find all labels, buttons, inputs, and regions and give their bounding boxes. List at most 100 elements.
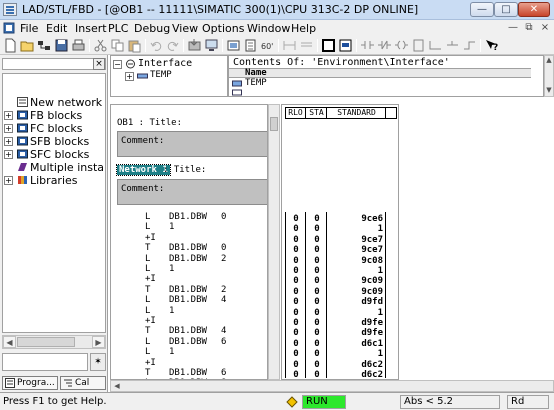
scroll-left-icon[interactable]: ◀ bbox=[111, 381, 123, 391]
stl-operand[interactable]: DB1.DBW bbox=[169, 254, 207, 264]
stl-operator[interactable]: L bbox=[145, 347, 150, 357]
tree-item-new-network[interactable]: New network bbox=[3, 96, 105, 109]
new-icon[interactable] bbox=[3, 38, 18, 53]
scroll-right-icon[interactable]: ▶ bbox=[92, 336, 105, 348]
cut-icon[interactable] bbox=[93, 38, 108, 53]
stl-operator[interactable]: T bbox=[145, 285, 150, 295]
stl-offset[interactable]: 0 bbox=[221, 212, 226, 222]
stl-operand[interactable]: 1 bbox=[169, 264, 174, 274]
scroll-up-icon[interactable]: ▲ bbox=[545, 56, 553, 66]
document-icon[interactable] bbox=[3, 22, 15, 34]
stl-program-editor[interactable]: OB1 : Title: Comment: Network 1 : Title:… bbox=[110, 104, 268, 380]
stl-operator[interactable]: T bbox=[145, 243, 150, 253]
fbd-icon[interactable] bbox=[321, 38, 336, 53]
panel-close-button[interactable]: × bbox=[93, 58, 105, 70]
redo-icon[interactable] bbox=[165, 38, 180, 53]
tree-item-fb-blocks[interactable]: + FB blocks bbox=[3, 109, 105, 122]
sta-header[interactable]: STA bbox=[307, 108, 327, 118]
network-title[interactable]: : Title: bbox=[163, 165, 206, 175]
stl-offset[interactable]: 2 bbox=[221, 285, 226, 295]
help-icon[interactable]: ? bbox=[484, 38, 499, 53]
overview-icon[interactable] bbox=[338, 38, 353, 53]
stl-operator[interactable]: +I bbox=[145, 316, 156, 326]
name-column-header[interactable]: Name bbox=[229, 68, 531, 78]
network-icon[interactable] bbox=[37, 38, 52, 53]
stl-offset[interactable]: 6 bbox=[221, 337, 226, 347]
scrollbar-thumb[interactable] bbox=[270, 117, 278, 131]
rlo-header[interactable]: RLO bbox=[286, 108, 306, 118]
element-search-field[interactable] bbox=[2, 353, 88, 371]
contact-nc-icon[interactable] bbox=[377, 38, 392, 53]
block-icon[interactable] bbox=[243, 38, 258, 53]
menu-help[interactable]: Help bbox=[291, 22, 316, 35]
branch-open-icon[interactable] bbox=[428, 38, 443, 53]
coil-icon[interactable] bbox=[394, 38, 409, 53]
minimize-button[interactable]: — bbox=[470, 2, 494, 17]
expand-icon[interactable]: + bbox=[4, 137, 13, 146]
stl-offset[interactable]: 4 bbox=[221, 326, 226, 336]
block-comment-box[interactable]: Comment: bbox=[117, 131, 267, 157]
stl-operand[interactable]: DB1.DBW bbox=[169, 295, 207, 305]
stl-operator[interactable]: L bbox=[145, 254, 150, 264]
expand-icon[interactable]: + bbox=[4, 150, 13, 159]
stl-offset[interactable]: 4 bbox=[221, 295, 226, 305]
menu-insert[interactable]: Insert bbox=[75, 22, 107, 35]
scrollbar-thumb[interactable] bbox=[17, 337, 75, 347]
ladder-icon[interactable] bbox=[282, 38, 297, 53]
stl-operand[interactable]: DB1.DBW bbox=[169, 368, 207, 378]
standard-header[interactable]: STANDARD bbox=[328, 108, 386, 118]
tree-item-temp[interactable]: + TEMP bbox=[125, 70, 225, 82]
stl-operator[interactable]: +I bbox=[145, 274, 156, 284]
box-icon[interactable] bbox=[411, 38, 426, 53]
stat-icon[interactable] bbox=[226, 38, 241, 53]
network-label[interactable]: Network 1 bbox=[116, 164, 171, 176]
menu-edit[interactable]: Edit bbox=[46, 22, 67, 35]
element-search-button[interactable]: ✶ bbox=[90, 353, 106, 371]
stl-operand[interactable]: 1 bbox=[169, 222, 174, 232]
menu-file[interactable]: File bbox=[20, 22, 38, 35]
stl-operator[interactable]: L bbox=[145, 212, 150, 222]
expand-icon[interactable]: + bbox=[125, 72, 134, 81]
stl-operand[interactable]: 1 bbox=[169, 306, 174, 316]
stl-operand[interactable]: DB1.DBW bbox=[169, 337, 207, 347]
tree-item-multiple-instances[interactable]: Multiple instanc bbox=[3, 161, 105, 174]
tab-call-structure[interactable]: Cal bbox=[60, 376, 106, 390]
expand-icon[interactable]: + bbox=[4, 111, 13, 120]
undo-icon[interactable] bbox=[149, 38, 164, 53]
maximize-button[interactable]: □ bbox=[494, 2, 518, 17]
copy-icon[interactable] bbox=[110, 38, 125, 53]
branch-close-icon[interactable] bbox=[445, 38, 460, 53]
stl-operator[interactable]: +I bbox=[145, 233, 156, 243]
tab-program-elements[interactable]: Progra... bbox=[2, 376, 58, 390]
stl-icon[interactable] bbox=[299, 38, 314, 53]
stl-operator[interactable]: T bbox=[145, 326, 150, 336]
open-icon[interactable] bbox=[20, 38, 35, 53]
expand-icon[interactable]: + bbox=[4, 124, 13, 133]
menu-plc[interactable]: PLC bbox=[108, 22, 128, 35]
interface-vertical-scrollbar[interactable]: ▲ ▼ bbox=[544, 55, 554, 97]
menu-window[interactable]: Window bbox=[247, 22, 290, 35]
stl-operator[interactable]: +I bbox=[145, 358, 156, 368]
menu-debug[interactable]: Debug bbox=[134, 22, 170, 35]
stl-operand[interactable]: DB1.DBW bbox=[169, 285, 207, 295]
close-button[interactable]: ✕ bbox=[518, 2, 550, 17]
menu-view[interactable]: View bbox=[172, 22, 198, 35]
menu-options[interactable]: Options bbox=[202, 22, 244, 35]
tree-item-interface[interactable]: − Interface bbox=[113, 58, 227, 70]
interface-row-empty[interactable] bbox=[229, 88, 531, 97]
program-vertical-scrollbar[interactable] bbox=[268, 104, 280, 380]
stl-offset[interactable]: 6 bbox=[221, 368, 226, 378]
editor-horizontal-scrollbar[interactable]: ◀ bbox=[110, 380, 554, 392]
load-icon[interactable] bbox=[187, 38, 202, 53]
stl-operator[interactable]: L bbox=[145, 306, 150, 316]
tree-horizontal-scrollbar[interactable]: ◀ ▶ bbox=[2, 335, 106, 349]
stl-operator[interactable]: L bbox=[145, 337, 150, 347]
block-title[interactable]: OB1 : Title: bbox=[117, 118, 182, 128]
tree-item-fc-blocks[interactable]: + FC blocks bbox=[3, 122, 105, 135]
stl-operator[interactable]: L bbox=[145, 222, 150, 232]
tree-item-sfb-blocks[interactable]: + SFB blocks bbox=[3, 135, 105, 148]
stl-operator[interactable]: L bbox=[145, 264, 150, 274]
scroll-left-icon[interactable]: ◀ bbox=[3, 336, 16, 348]
scroll-down-icon[interactable]: ▼ bbox=[545, 86, 553, 96]
print-icon[interactable] bbox=[71, 38, 86, 53]
